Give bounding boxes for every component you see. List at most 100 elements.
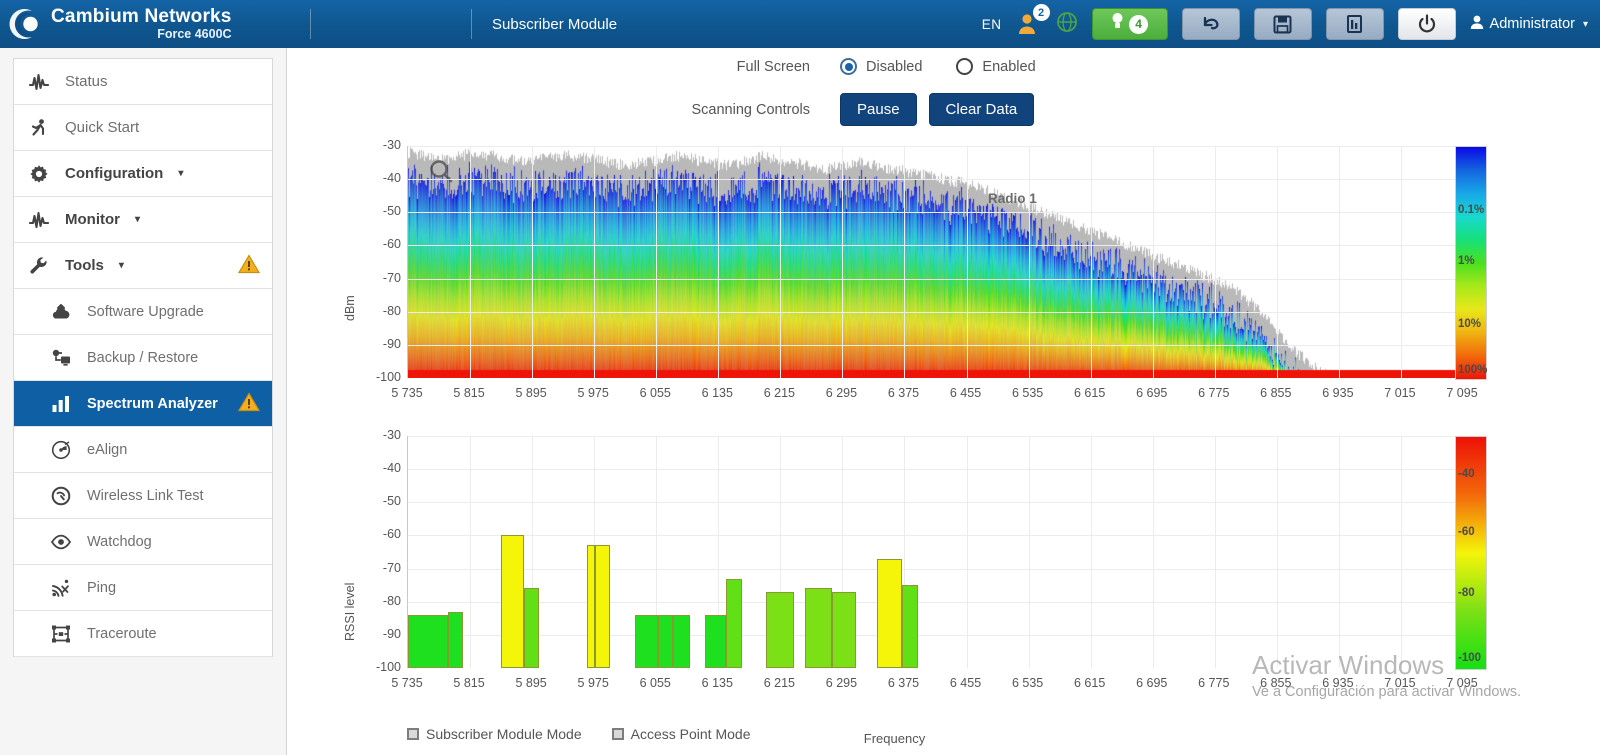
session-users-count: 2 (1032, 4, 1050, 21)
sidebar-item-label: eAlign (87, 441, 128, 458)
rssi-bar[interactable] (523, 588, 540, 668)
clear-data-button[interactable]: Clear Data (928, 93, 1035, 126)
globe-icon[interactable] (1056, 11, 1078, 38)
rssi-bar[interactable] (594, 545, 611, 668)
export-icon[interactable] (1325, 8, 1384, 40)
rssi-bar[interactable] (765, 591, 794, 668)
full-screen-enabled-option[interactable]: Enabled (956, 58, 1036, 75)
sidebar-item-label: Wireless Link Test (87, 487, 204, 504)
gridline (1028, 436, 1030, 668)
runner-icon (26, 118, 52, 138)
heatmap-canvas[interactable] (408, 146, 1463, 378)
full-screen-disabled-label: Disabled (866, 58, 923, 75)
x-axis-tick: 7 095 (1446, 386, 1478, 400)
spectrum-heatmap-chart[interactable]: dBm Radio 1 -30 -40 -50 -60 -70 -80 -90 -100 5 7… (327, 136, 1527, 416)
language-selector[interactable]: EN (982, 17, 1002, 32)
radio-enabled[interactable] (956, 58, 974, 75)
session-users-indicator[interactable]: 2 (1016, 4, 1050, 37)
x-axis-tick: 5 815 (453, 386, 485, 400)
sidebar-item-status[interactable]: Status (14, 59, 272, 105)
traceroute-icon (48, 624, 74, 644)
rssi-bar[interactable] (877, 558, 903, 668)
y-axis-tick: -60 (382, 237, 401, 252)
sidebar-item-wireless-link-test[interactable]: Wireless Link Test (14, 473, 272, 519)
gridline (1276, 146, 1278, 378)
rssi-bar[interactable] (587, 545, 595, 668)
gridline (408, 311, 1462, 313)
sidebar-item-tools[interactable]: Tools ▾ (14, 243, 272, 289)
windows-activation-title: Activar Windows (1252, 650, 1445, 680)
rssi-bar[interactable] (657, 614, 674, 668)
sidebar-item-backup-restore[interactable]: Backup / Restore (14, 335, 272, 381)
gridline (1400, 436, 1402, 668)
alarms-indicator[interactable]: 4 (1091, 8, 1168, 40)
full-screen-label: Full Screen (736, 58, 810, 75)
occupancy-colorbar: 0.1% 1% 10% 100% (1455, 146, 1487, 380)
y-axis-tick: -80 (382, 303, 401, 318)
sidebar-item-traceroute[interactable]: Traceroute (14, 611, 272, 657)
gridline (408, 278, 1462, 280)
admin-menu[interactable]: Administrator ▾ (1470, 15, 1588, 34)
sidebar-item-configuration[interactable]: Configuration ▾ (14, 151, 272, 197)
rssi-bar-chart[interactable]: RSSI level Subscriber Module Mode Access… (327, 426, 1527, 746)
x-axis-tick: 6 135 (701, 386, 733, 400)
sidebar-item-monitor[interactable]: Monitor ▾ (14, 197, 272, 243)
divider (310, 9, 311, 39)
radio-disabled[interactable] (840, 58, 857, 75)
y-axis-tick: -90 (382, 336, 401, 351)
rssi-bar[interactable] (902, 585, 918, 668)
colorbar-tick-label: -40 (1458, 468, 1475, 481)
pause-button[interactable]: Pause (840, 93, 917, 126)
sidebar-item-software-upgrade[interactable]: Software Upgrade (14, 289, 272, 335)
brand-logo[interactable]: Cambium Networks Force 4600C (0, 7, 310, 41)
rssi-x-axis-label: Frequency (863, 731, 926, 746)
rssi-bar[interactable] (501, 535, 524, 668)
rssi-bar[interactable] (805, 588, 833, 668)
gridline (408, 568, 1462, 570)
sidebar-item-ping[interactable]: Ping (14, 565, 272, 611)
rssi-bar[interactable] (408, 614, 448, 668)
page-title: Subscriber Module (492, 15, 618, 33)
rssi-bar[interactable] (726, 578, 743, 668)
align-antenna-icon (48, 440, 74, 460)
gridline (408, 245, 1462, 247)
colorbar-tick-label: -100 (1458, 651, 1482, 664)
full-screen-disabled-option[interactable]: Disabled (840, 58, 922, 75)
x-axis-tick: 5 735 (391, 676, 423, 690)
admin-label: Administrator (1489, 16, 1575, 32)
save-disk-icon[interactable] (1253, 8, 1312, 40)
y-axis-tick: -60 (382, 527, 401, 542)
user-icon (1470, 15, 1484, 34)
undo-icon[interactable] (1181, 8, 1240, 40)
sidebar-item-label: Quick Start (65, 119, 140, 136)
y-axis-tick: -90 (382, 626, 401, 641)
heatmap-y-axis-label: dBm (343, 295, 357, 321)
sidebar-item-spectrum-analyzer[interactable]: Spectrum Analyzer (14, 381, 272, 427)
x-axis-tick: 6 455 (949, 676, 982, 690)
zoom-magnifier-icon[interactable] (428, 158, 454, 190)
rssi-bar[interactable] (832, 591, 857, 668)
sidebar-item-label: Traceroute (87, 625, 157, 642)
rssi-bar[interactable] (634, 614, 658, 668)
x-axis-tick: 6 775 (1198, 676, 1230, 690)
gridline (780, 146, 782, 378)
chevron-down-icon: ▾ (178, 168, 184, 179)
rssi-bar[interactable] (447, 611, 464, 668)
sidebar-item-label: Ping (87, 579, 117, 596)
sidebar-item-quick-start[interactable]: Quick Start (14, 105, 272, 151)
brand-model: Force 4600C (157, 27, 232, 42)
sidebar-item-ealign[interactable]: eAlign (14, 427, 272, 473)
gridline (408, 634, 1462, 636)
gridline (904, 146, 906, 378)
heatmap-plot-area[interactable]: Radio 1 (407, 146, 1464, 378)
scanning-controls-label: Scanning Controls (691, 101, 811, 118)
rssi-plot-area[interactable] (407, 436, 1464, 668)
colorbar-tick-label: -60 (1458, 526, 1475, 539)
power-icon[interactable] (1397, 8, 1456, 40)
sidebar-item-watchdog[interactable]: Watchdog (14, 519, 272, 565)
rssi-bar[interactable] (705, 614, 727, 668)
rssi-bar[interactable] (673, 614, 690, 668)
x-axis-tick: 6 695 (1136, 676, 1168, 690)
chevron-down-icon: ▾ (118, 260, 124, 271)
x-axis-tick: 5 895 (515, 676, 547, 690)
